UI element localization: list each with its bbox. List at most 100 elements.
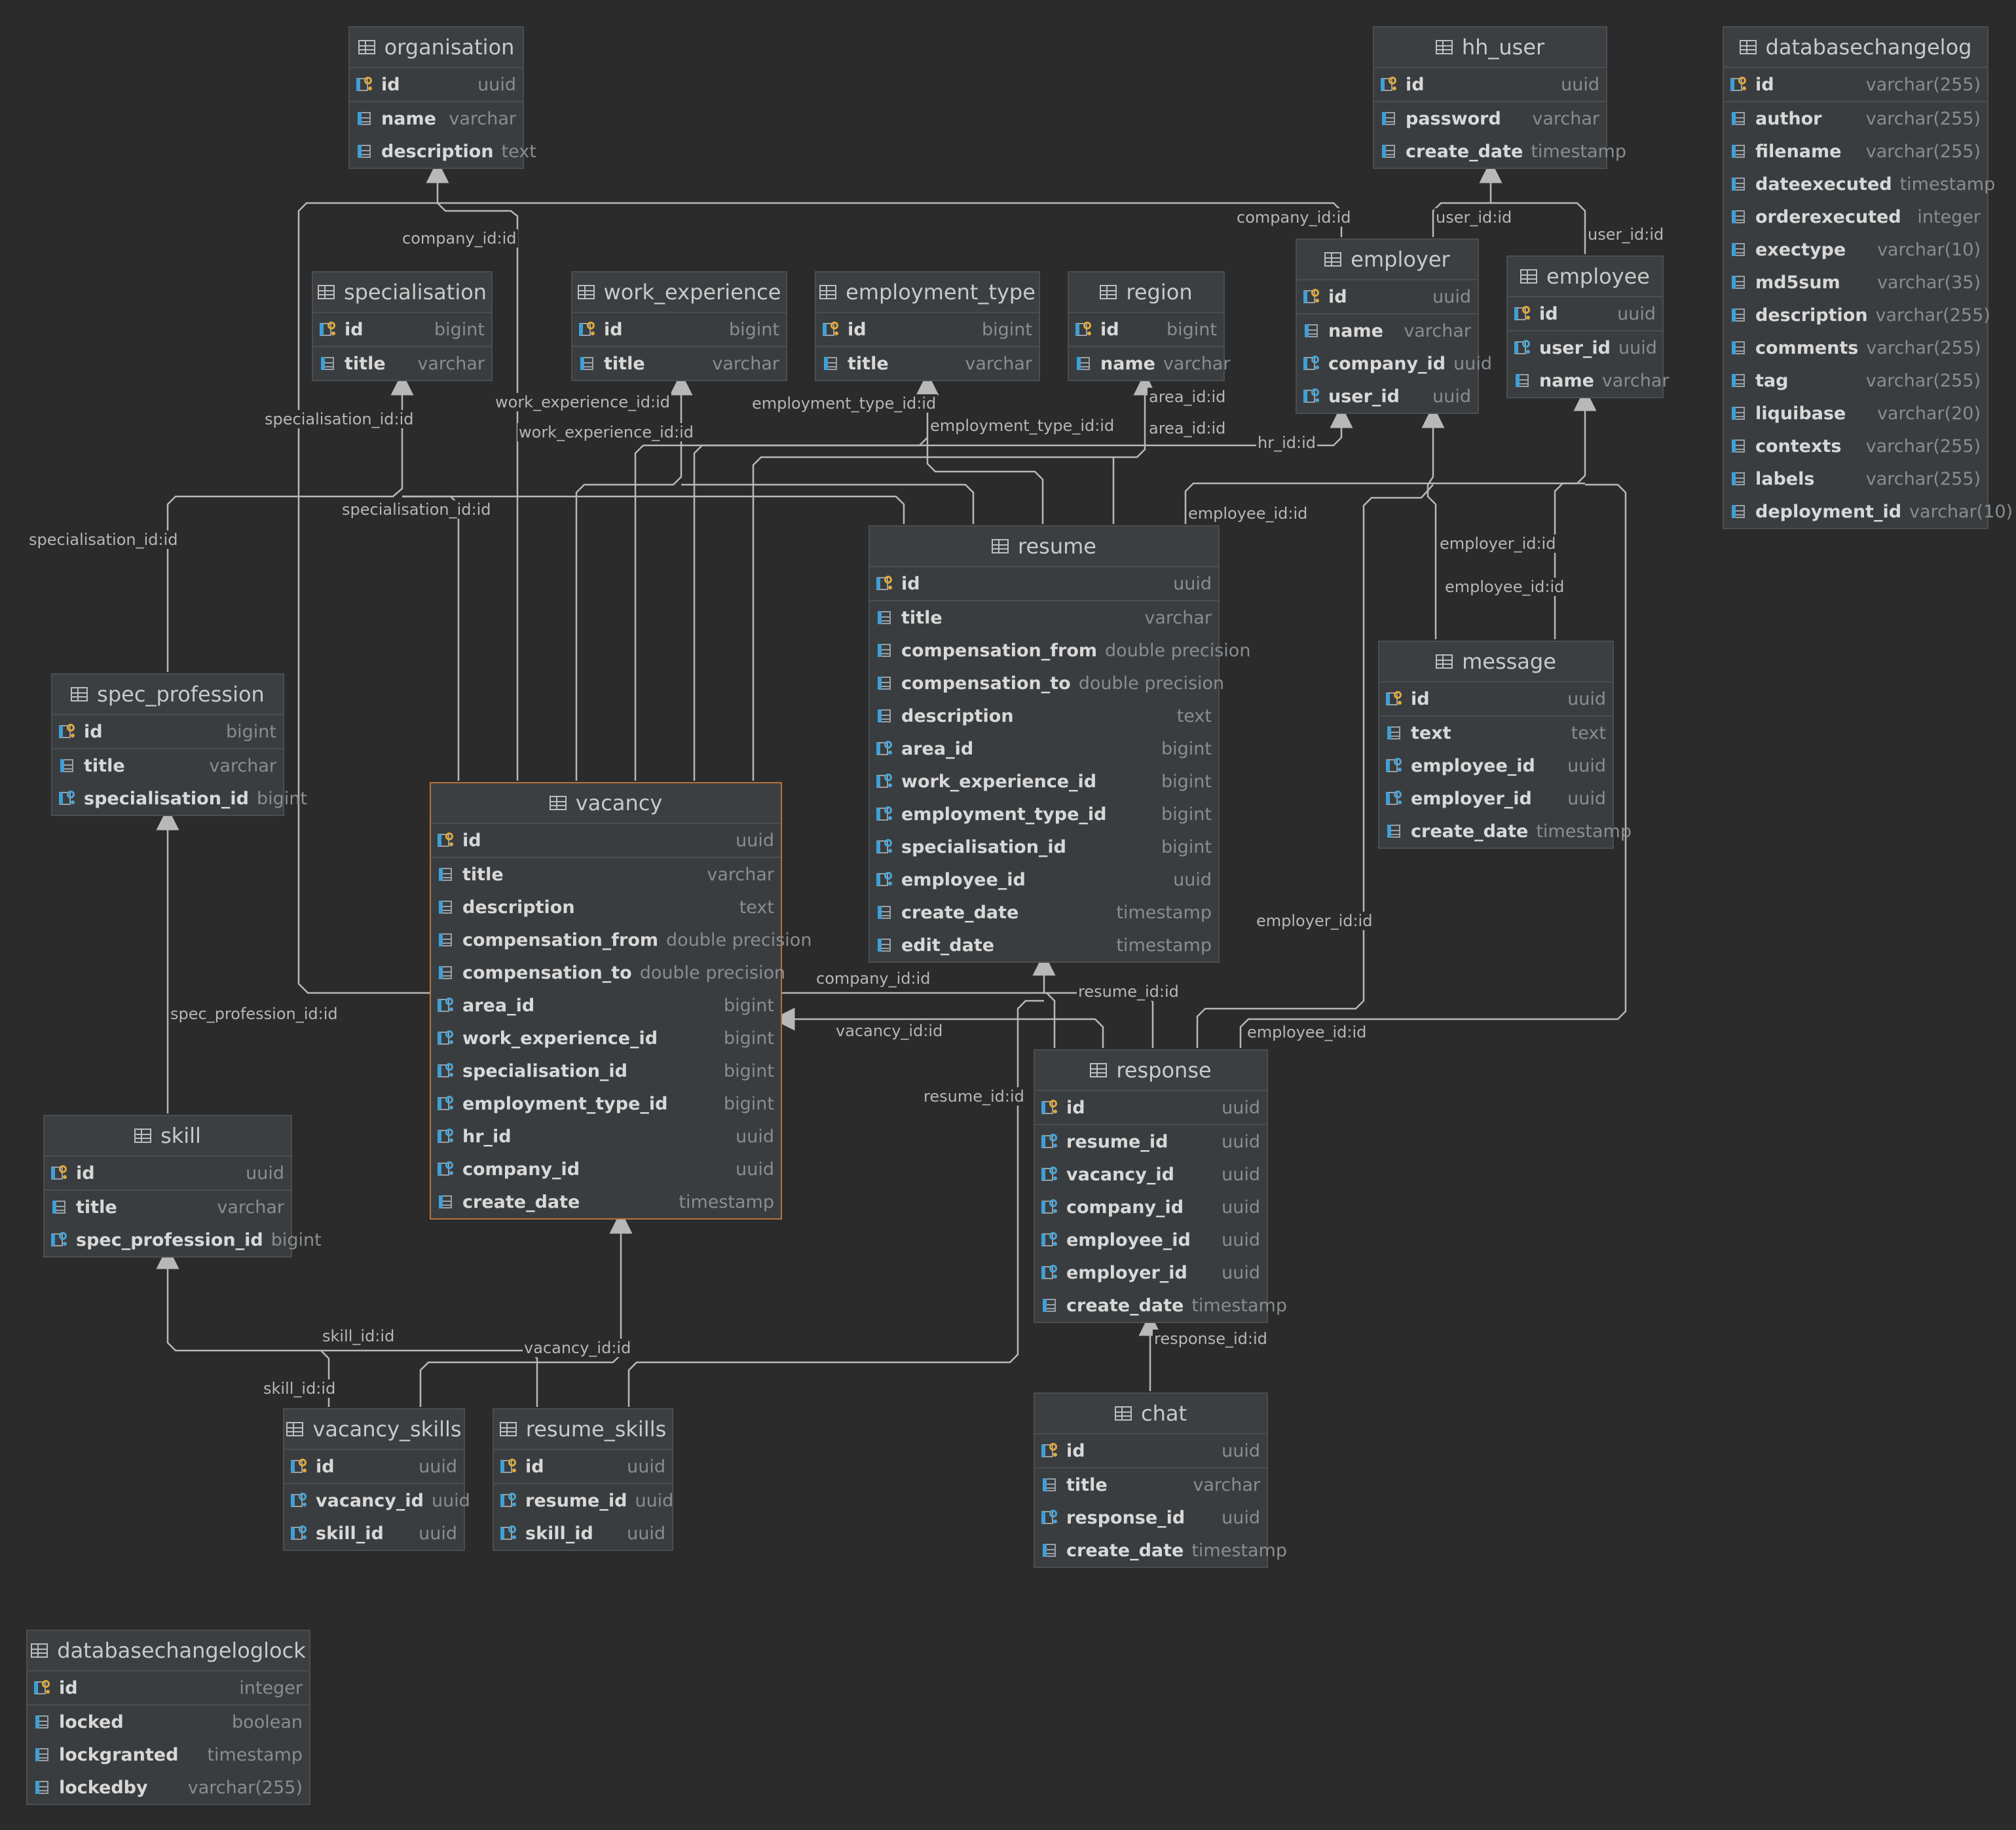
column-row[interactable]: create_date timestamp xyxy=(431,1186,781,1218)
table-chat[interactable]: chat id uuid title varchar response_id uuid cre… xyxy=(1034,1392,1287,1568)
column-row[interactable]: create_date timestamp xyxy=(1379,815,1632,848)
table-vacancy-skills[interactable]: vacancy_skills id uuid vacancy_id uuid skill_… xyxy=(283,1408,470,1551)
column-row[interactable]: specialisation_id bigint xyxy=(431,1055,781,1087)
column-row[interactable]: title varchar xyxy=(313,347,491,380)
column-row[interactable]: comments varchar(255) xyxy=(1724,331,1987,364)
column-row[interactable]: area_id bigint xyxy=(431,989,781,1022)
column-row[interactable]: employee_id uuid xyxy=(1379,749,1613,782)
column-row[interactable]: employee_id uuid xyxy=(870,863,1218,896)
column-row[interactable]: work_experience_id bigint xyxy=(431,1022,781,1055)
column-row[interactable]: deployment_id varchar(10) xyxy=(1724,495,2013,528)
column-row[interactable]: name varchar xyxy=(1508,364,1670,397)
column-row[interactable]: id uuid xyxy=(870,567,1218,601)
column-row[interactable]: name varchar xyxy=(1297,314,1478,347)
column-row[interactable]: contexts varchar(255) xyxy=(1724,430,1987,462)
column-row[interactable]: user_id uuid xyxy=(1297,380,1478,413)
table-header[interactable]: databasechangelog xyxy=(1724,28,1987,68)
column-row[interactable]: create_date timestamp xyxy=(1035,1534,1287,1567)
table-message[interactable]: message id uuid text text employee_id uuid empl… xyxy=(1378,641,1632,849)
table-header[interactable]: resume xyxy=(870,527,1218,567)
column-row[interactable]: compensation_from double precision xyxy=(870,634,1250,667)
column-row[interactable]: compensation_to double precision xyxy=(870,667,1224,700)
column-row[interactable]: id bigint xyxy=(816,313,1039,347)
column-row[interactable]: skill_id uuid xyxy=(494,1517,672,1550)
table-header[interactable]: spec_profession xyxy=(52,675,283,715)
column-row[interactable]: id uuid xyxy=(1297,280,1478,314)
column-row[interactable]: id uuid xyxy=(1374,68,1606,102)
column-row[interactable]: area_id bigint xyxy=(870,732,1218,765)
column-row[interactable]: name varchar xyxy=(1069,347,1231,380)
table-header[interactable]: message xyxy=(1379,642,1613,682)
column-row[interactable]: id uuid xyxy=(1379,682,1613,717)
column-row[interactable]: dateexecuted timestamp xyxy=(1724,168,1995,200)
column-row[interactable]: password varchar xyxy=(1374,102,1606,135)
column-row[interactable]: create_date timestamp xyxy=(1035,1289,1287,1322)
column-row[interactable]: employer_id uuid xyxy=(1035,1256,1267,1289)
column-row[interactable]: title varchar xyxy=(816,347,1039,380)
table-header[interactable]: response xyxy=(1035,1051,1267,1091)
column-row[interactable]: id uuid xyxy=(494,1450,672,1484)
column-row[interactable]: id integer xyxy=(28,1671,309,1706)
column-row[interactable]: id bigint xyxy=(52,715,283,749)
column-row[interactable]: title varchar xyxy=(45,1191,291,1223)
table-header[interactable]: skill xyxy=(45,1116,291,1157)
column-row[interactable]: create_date timestamp xyxy=(870,896,1218,929)
column-row[interactable]: title varchar xyxy=(572,347,786,380)
column-row[interactable]: response_id uuid xyxy=(1035,1501,1267,1534)
column-row[interactable]: author varchar(255) xyxy=(1724,102,1987,135)
column-row[interactable]: id uuid xyxy=(45,1157,291,1191)
column-row[interactable]: company_id uuid xyxy=(1297,347,1492,380)
column-row[interactable]: id uuid xyxy=(284,1450,464,1484)
table-resume[interactable]: resume id uuid title varchar compensation_fro… xyxy=(868,525,1250,963)
table-header[interactable]: resume_skills xyxy=(494,1410,672,1450)
column-row[interactable]: description varchar(255) xyxy=(1724,299,1990,331)
column-row[interactable]: company_id uuid xyxy=(431,1153,781,1186)
table-vacancy[interactable]: vacancy id uuid title varchar description text… xyxy=(430,782,812,1220)
column-row[interactable]: exectype varchar(10) xyxy=(1724,233,1987,266)
column-row[interactable]: id uuid xyxy=(350,68,523,102)
table-databasechangelog[interactable]: databasechangelog id varchar(255) author var… xyxy=(1723,26,2013,529)
diagram-canvas[interactable]: organisation id uuid name varchar description… xyxy=(0,0,2016,1830)
table-header[interactable]: vacancy xyxy=(431,783,781,824)
column-row[interactable]: orderexecuted integer xyxy=(1724,200,1987,233)
column-row[interactable]: text text xyxy=(1379,717,1613,749)
table-header[interactable]: chat xyxy=(1035,1394,1267,1434)
column-row[interactable]: vacancy_id uuid xyxy=(284,1484,470,1517)
column-row[interactable]: id bigint xyxy=(1069,313,1223,347)
table-header[interactable]: vacancy_skills xyxy=(284,1410,464,1450)
column-row[interactable]: id uuid xyxy=(1035,1091,1267,1125)
column-row[interactable]: create_date timestamp xyxy=(1374,135,1626,168)
table-employee[interactable]: employee id uuid user_id uuid name varchar xyxy=(1506,255,1670,398)
column-row[interactable]: id varchar(255) xyxy=(1724,68,1987,102)
column-row[interactable]: resume_id uuid xyxy=(1035,1125,1267,1158)
column-row[interactable]: employment_type_id bigint xyxy=(870,798,1218,831)
column-row[interactable]: compensation_from double precision xyxy=(431,924,812,956)
column-row[interactable]: company_id uuid xyxy=(1035,1191,1267,1223)
column-row[interactable]: title varchar xyxy=(1035,1468,1267,1501)
column-row[interactable]: id bigint xyxy=(572,313,786,347)
column-row[interactable]: specialisation_id bigint xyxy=(52,782,307,815)
table-employment-type[interactable]: employment_type id bigint title varchar xyxy=(815,271,1040,381)
table-region[interactable]: region id bigint name varchar xyxy=(1068,271,1231,381)
column-row[interactable]: vacancy_id uuid xyxy=(1035,1158,1267,1191)
column-row[interactable]: employee_id uuid xyxy=(1035,1223,1267,1256)
column-row[interactable]: title varchar xyxy=(870,601,1218,634)
column-row[interactable]: spec_profession_id bigint xyxy=(45,1223,322,1256)
table-spec-profession[interactable]: spec_profession id bigint title varchar speci… xyxy=(51,673,307,816)
column-row[interactable]: description text xyxy=(350,135,536,168)
column-row[interactable]: title varchar xyxy=(431,858,781,891)
table-resume-skills[interactable]: resume_skills id uuid resume_id uuid skill_id… xyxy=(493,1408,673,1551)
table-hh-user[interactable]: hh_user id uuid password varchar create_date t… xyxy=(1373,26,1626,169)
column-row[interactable]: filename varchar(255) xyxy=(1724,135,1987,168)
column-row[interactable]: labels varchar(255) xyxy=(1724,462,1987,495)
column-row[interactable]: edit_date timestamp xyxy=(870,929,1218,962)
table-databasechangeloglock[interactable]: databasechangeloglock id integer locked bool… xyxy=(26,1630,310,1805)
column-row[interactable]: lockedby varchar(255) xyxy=(28,1771,309,1804)
table-header[interactable]: employment_type xyxy=(816,272,1039,313)
column-row[interactable]: user_id uuid xyxy=(1508,331,1662,364)
column-row[interactable]: name varchar xyxy=(350,102,523,135)
table-header[interactable]: databasechangeloglock xyxy=(28,1631,309,1671)
column-row[interactable]: locked boolean xyxy=(28,1706,309,1738)
column-row[interactable]: hr_id uuid xyxy=(431,1120,781,1153)
column-row[interactable]: description text xyxy=(870,700,1218,732)
